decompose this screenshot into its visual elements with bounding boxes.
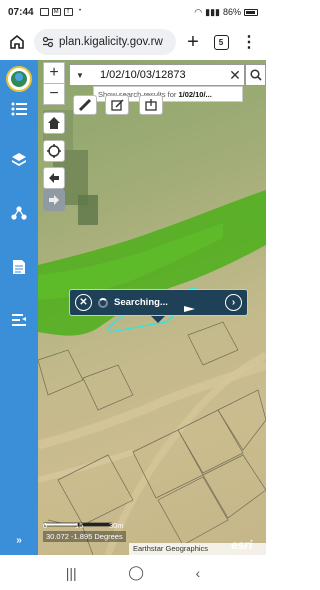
previous-extent-button[interactable] — [43, 167, 65, 189]
next-result-icon[interactable]: › — [225, 294, 242, 311]
double-chevron-icon: » — [16, 534, 22, 546]
layers-button[interactable] — [0, 143, 38, 177]
layers-icon — [12, 153, 26, 166]
search-button[interactable] — [245, 64, 266, 86]
wifi-icon: ◠ — [194, 6, 203, 17]
close-popup-icon[interactable]: ✕ — [75, 294, 92, 311]
search-icon — [249, 69, 262, 81]
document-icon — [13, 260, 25, 274]
suggestion-term: 1/02/10/... — [178, 90, 212, 99]
home-icon — [48, 117, 60, 129]
scale-label-0: 0 — [43, 521, 48, 530]
esri-logo: esri — [231, 538, 253, 552]
coordinate-readout: 30.072 -1.895 Degrees — [43, 531, 126, 542]
edit-icon — [111, 99, 124, 111]
clear-search-icon[interactable]: ✕ — [226, 67, 244, 84]
zoom-in-button[interactable]: + — [43, 62, 65, 84]
dot-icon: • — [79, 8, 82, 14]
search-widget[interactable]: ▼ 1/02/10/03/12873 ✕ — [69, 64, 245, 86]
address-bar[interactable]: plan.kigalicity.gov.rw — [34, 29, 176, 55]
scale-label-30: 30m — [109, 521, 124, 530]
battery-icon — [244, 8, 258, 16]
home-button-icon[interactable]: ◯ — [128, 564, 144, 581]
new-tab-icon[interactable]: + — [182, 31, 204, 53]
expand-sidebar-button[interactable]: » — [0, 530, 38, 550]
edit-list-button[interactable] — [0, 303, 38, 337]
facebook-icon: f — [63, 8, 73, 16]
site-settings-icon[interactable] — [42, 36, 54, 48]
loading-spinner-icon — [98, 297, 108, 308]
zoom-out-button[interactable]: − — [43, 83, 65, 105]
export-icon — [145, 99, 157, 111]
status-right: ◠ ▮▮▮ 86% — [194, 7, 258, 18]
popup-title: Searching... — [114, 297, 168, 308]
my-location-button[interactable] — [43, 140, 65, 162]
popup-pointer — [151, 316, 165, 323]
url-text: plan.kigalicity.gov.rw — [59, 36, 163, 48]
notification-icons: M f • — [39, 8, 85, 16]
draw-tool-button[interactable] — [105, 95, 129, 115]
system-navigation-bar: ||| ◯ ‹ — [0, 555, 266, 590]
scale-bar: 0 15 30m — [43, 517, 127, 531]
direction-arrow-icon — [184, 306, 195, 312]
search-popup: ✕ Searching... › — [69, 289, 248, 316]
tab-count: 5 — [213, 34, 229, 50]
search-input[interactable]: 1/02/10/03/12873 — [90, 69, 226, 81]
app-sidebar: » — [0, 60, 38, 555]
scale-label-15: 15 — [75, 521, 84, 530]
browser-toolbar: plan.kigalicity.gov.rw + 5 ⋮ — [0, 24, 266, 60]
kigali-city-logo — [6, 66, 32, 92]
default-extent-button[interactable] — [43, 112, 65, 134]
battery-percent: 86% — [222, 7, 241, 17]
mail-icon: M — [51, 8, 61, 16]
share-button[interactable] — [0, 196, 38, 230]
recent-apps-icon[interactable]: ||| — [66, 565, 77, 581]
tab-switcher-button[interactable]: 5 — [210, 31, 232, 53]
back-icon[interactable]: ‹ — [196, 565, 201, 581]
home-icon[interactable] — [6, 31, 28, 53]
edit-list-icon — [12, 314, 26, 326]
document-button[interactable] — [0, 250, 38, 284]
status-bar: 07:44 M f • ◠ ▮▮▮ 86% — [0, 0, 266, 24]
gallery-icon — [39, 8, 49, 16]
locate-icon — [47, 144, 61, 158]
next-extent-button[interactable] — [43, 189, 65, 211]
ruler-icon — [78, 98, 92, 112]
search-source-dropdown[interactable]: ▼ — [70, 65, 90, 85]
more-menu-icon[interactable]: ⋮ — [238, 31, 260, 53]
status-time: 07:44 — [8, 6, 34, 18]
arrow-right-icon — [49, 195, 59, 205]
print-tool-button[interactable] — [139, 95, 163, 115]
signal-icon: ▮▮▮ — [205, 6, 220, 17]
arrow-left-icon — [49, 173, 59, 183]
list-icon — [11, 102, 27, 116]
layer-list-button[interactable] — [0, 92, 38, 126]
network-icon — [11, 206, 27, 220]
measure-tool-button[interactable] — [73, 95, 97, 115]
